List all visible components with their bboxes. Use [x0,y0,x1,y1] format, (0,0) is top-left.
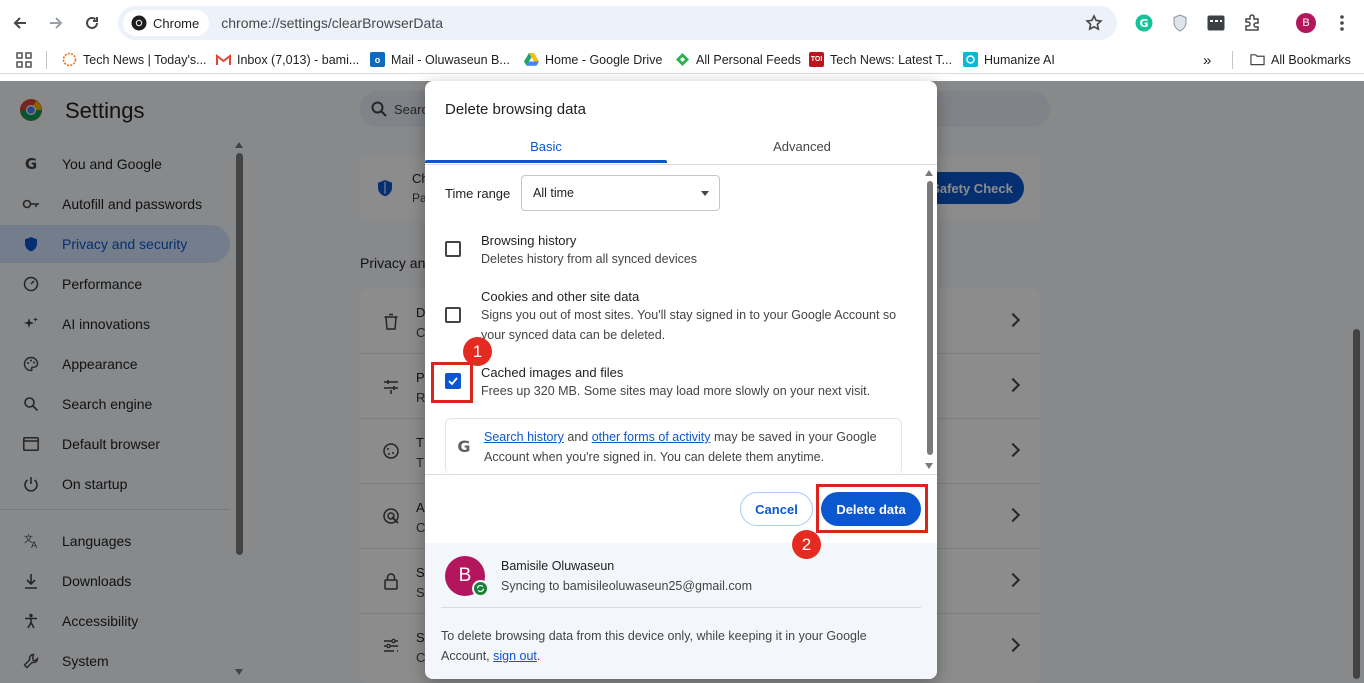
apps-grid-icon[interactable] [16,52,32,68]
bookmark-humanize-ai[interactable]: Humanize AI [963,52,1055,67]
bookmarks-bar: Tech News | Today's... Inbox (7,013) - b… [0,46,1364,74]
google-g-icon: G [457,437,470,455]
shield-extension-icon[interactable] [1169,12,1191,34]
delete-browsing-data-dialog: Delete browsing data Basic Advanced Time… [425,81,937,679]
time-range-label: Time range [445,186,511,201]
step-badge-2: 2 [792,530,821,559]
grammarly-extension-icon[interactable]: G [1133,12,1155,34]
bookmark-divider [46,51,47,69]
kebab-menu-icon[interactable] [1331,12,1353,34]
bookmark-outlook[interactable]: o Mail - Oluwaseun B... [370,52,510,67]
bookmark-star-icon[interactable] [1085,14,1103,32]
highlight-cached-images-checkbox [431,362,473,403]
step-badge-1: 1 [463,337,492,366]
bookmark-divider [1232,51,1233,69]
back-button[interactable] [8,11,32,35]
option-title: Cookies and other site data [481,289,640,304]
cookies-checkbox[interactable] [445,307,461,323]
dialog-scroll-up-icon[interactable] [925,170,933,176]
svg-text:G: G [457,437,470,455]
account-footer: B Bamisile Oluwaseun Syncing to bamisile… [425,543,937,679]
forward-button[interactable] [44,11,68,35]
cancel-button[interactable]: Cancel [740,492,813,526]
tab-advanced[interactable]: Advanced [681,127,923,165]
humanize-icon [963,52,978,67]
active-tab-indicator [425,160,667,163]
dialog-divider [425,474,937,475]
bookmark-tech-news[interactable]: Tech News | Today's... [62,52,207,67]
option-description: Deletes history from all synced devices [481,252,698,266]
reload-icon [86,16,98,29]
google-activity-info: G Search history and other forms of acti… [445,418,902,474]
account-name: Bamisile Oluwaseun [501,559,615,573]
address-bar[interactable]: Chrome chrome://settings/clearBrowserDat… [118,6,1117,40]
outlook-icon: o [370,52,385,67]
svg-text:G: G [1139,17,1148,30]
bookmarks-overflow-button[interactable]: » [1203,52,1211,69]
bookmark-toi[interactable]: TOI Tech News: Latest T... [809,52,952,67]
reload-button[interactable] [80,11,104,35]
all-bookmarks-button[interactable]: All Bookmarks [1250,52,1351,67]
forward-arrow-icon [50,17,63,29]
window-extension-icon[interactable] [1205,12,1227,34]
bookmark-google-drive[interactable]: Home - Google Drive [524,52,662,67]
feedly-icon [675,52,690,67]
time-range-select[interactable]: All time [521,175,720,211]
dialog-title: Delete browsing data [445,101,586,118]
drive-icon [524,52,539,67]
chrome-logo-icon [131,15,147,31]
chip-label: Chrome [153,15,200,31]
option-title: Cached images and files [481,365,624,380]
bookmark-feedly[interactable]: All Personal Feeds [675,52,801,67]
account-sync-status: Syncing to bamisileoluwaseun25@gmail.com [501,579,753,593]
bookmark-gmail[interactable]: Inbox (7,013) - bami... [216,52,359,67]
folder-icon [1250,52,1265,67]
url-text[interactable]: chrome://settings/clearBrowserData [221,15,443,31]
profile-avatar[interactable]: B [1295,12,1317,34]
chrome-site-chip[interactable]: Chrome [123,10,210,36]
other-activity-link[interactable]: other forms of activity [592,430,711,444]
dialog-scrollbar[interactable] [927,181,933,455]
sync-icon [472,580,489,597]
back-arrow-icon [13,17,26,29]
option-description: Frees up 320 MB. Some sites may load mor… [481,384,871,398]
browsing-history-checkbox[interactable] [445,241,461,257]
info-text: Search history and other forms of activi… [484,430,877,464]
extensions-puzzle-icon[interactable] [1241,12,1263,34]
search-history-link[interactable]: Search history [484,430,564,444]
option-title: Browsing history [481,233,577,248]
sign-out-note: To delete browsing data from this device… [441,629,867,663]
browser-toolbar: Chrome chrome://settings/clearBrowserDat… [0,0,1364,46]
sign-out-link[interactable]: sign out [493,649,537,663]
option-description: Signs you out of most sites. You'll stay… [481,308,897,342]
dropdown-caret-icon [701,191,709,196]
highlight-delete-data-button [816,484,928,533]
toi-icon: TOI [809,52,824,67]
dialog-scroll-down-icon[interactable] [925,463,933,469]
sun-icon [62,52,77,67]
gmail-icon [216,52,231,67]
account-divider [441,607,921,608]
